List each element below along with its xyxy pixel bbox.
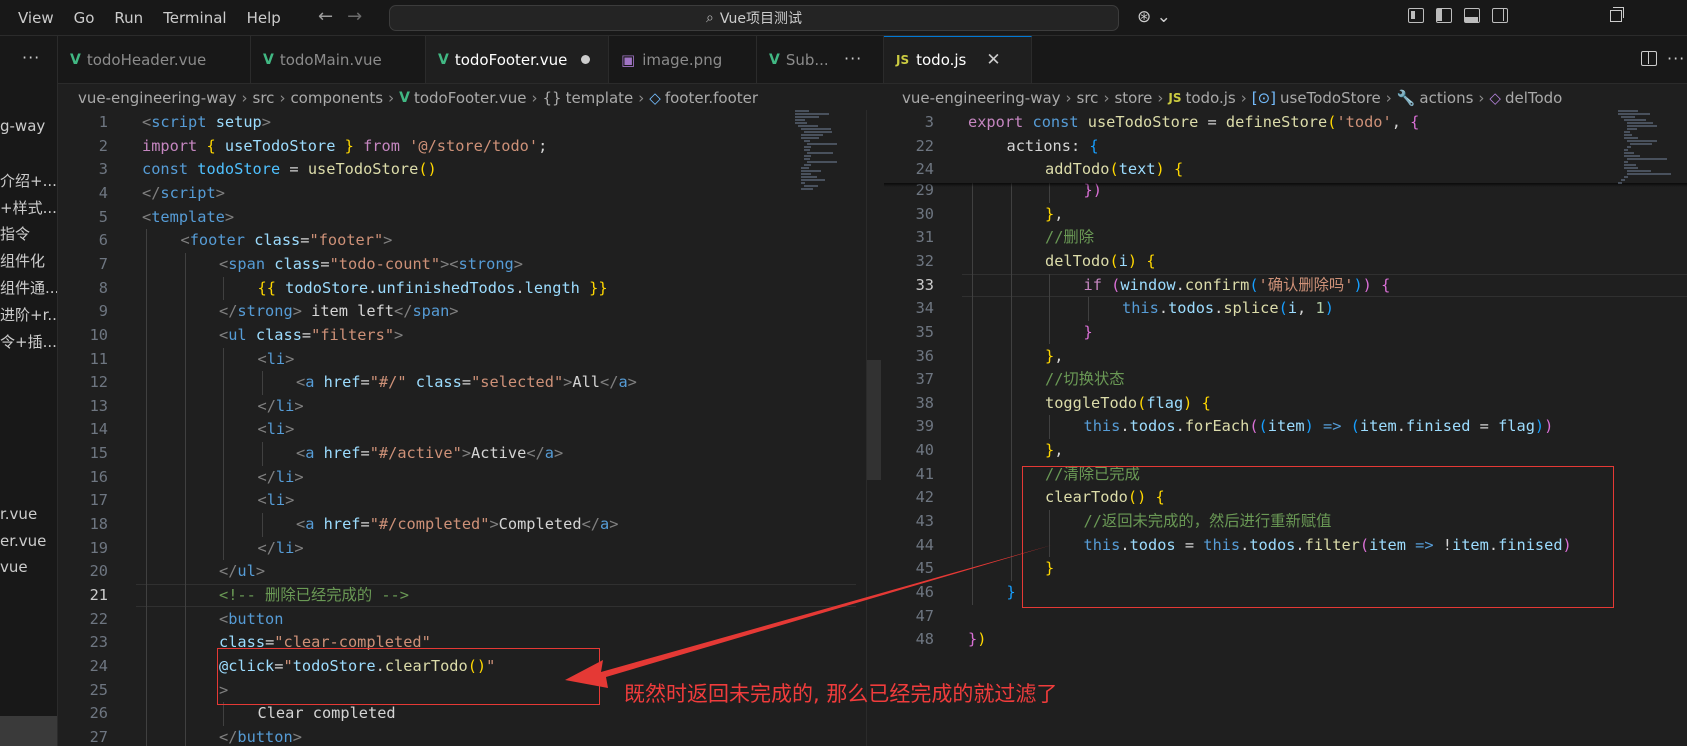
annotation-text: 既然时返回未完成的, 那么已经完成的就过滤了	[624, 682, 1058, 706]
annotation-arrow-icon	[565, 545, 1052, 688]
